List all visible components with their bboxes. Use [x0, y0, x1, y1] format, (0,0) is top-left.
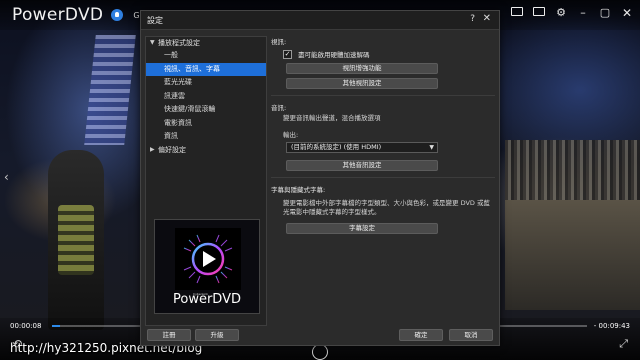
nav-item[interactable]: 電影資訊	[146, 117, 266, 131]
elapsed-time: 00:00:08	[10, 322, 42, 330]
nav-item[interactable]: 藍光光碟	[146, 76, 266, 90]
minimize-icon[interactable]: –	[576, 6, 590, 20]
subtitle-settings-button[interactable]: 字幕設定	[286, 223, 438, 234]
subtitles-description: 變更電影檔中外部字幕檔的字型類型、大小與色彩，或是變更 DVD 或藍光電影中隱藏…	[283, 199, 490, 216]
tv-mode-icon[interactable]	[532, 6, 546, 20]
audio-description: 變更音訊輸出聲道，混合播放選項	[283, 114, 381, 122]
audio-output-label: 輸出:	[283, 131, 299, 139]
subtitles-section-title: 字幕與隱藏式字幕:	[271, 186, 326, 194]
dialog-title: 設定	[147, 16, 163, 25]
side-panel-arrow-icon[interactable]: ‹	[4, 170, 9, 184]
fullscreen-icon[interactable]: ⤢	[619, 337, 628, 351]
video-enhance-button[interactable]: 視訊增強功能	[286, 63, 438, 74]
dialog-title-bar[interactable]: 設定 ? ✕	[141, 11, 499, 30]
notification-icon[interactable]	[111, 9, 124, 21]
help-icon[interactable]: ?	[470, 14, 475, 24]
divider	[271, 95, 495, 96]
nav-group-label: 偏好設定	[158, 145, 186, 154]
cast-icon[interactable]	[510, 6, 524, 20]
more-audio-settings-button[interactable]: 其他音訊設定	[286, 160, 438, 171]
chevron-down-icon: ▼	[150, 39, 155, 46]
video-street	[505, 200, 640, 310]
chevron-down-icon: ▼	[429, 144, 434, 151]
nav-item[interactable]: 視訊、音訊、字幕	[146, 62, 266, 76]
cancel-button[interactable]: 取消	[449, 329, 493, 341]
nav-item[interactable]: 快速鍵/滑鼠滾輪	[146, 103, 266, 117]
nav-item[interactable]: 資訊	[146, 130, 266, 144]
chevron-right-icon: ▶	[150, 145, 155, 153]
remaining-time: - 00:09:43	[593, 322, 630, 330]
app-logo: PowerDVD	[12, 5, 104, 25]
video-reflective-vest	[58, 205, 94, 275]
more-video-settings-button[interactable]: 其他視訊設定	[286, 78, 438, 89]
ok-button[interactable]: 確定	[399, 329, 443, 341]
hw-accel-label: 盡可能啟用硬體加速解碼	[298, 51, 370, 59]
video-crowd	[505, 140, 640, 200]
nav-group-player[interactable]: ▼ 播放程式設定	[146, 37, 266, 49]
nav-item[interactable]: 訊連雲	[146, 90, 266, 104]
hw-accel-row[interactable]: ✓ 盡可能啟用硬體加速解碼	[271, 49, 495, 59]
close-icon[interactable]: ✕	[620, 6, 634, 20]
divider	[271, 177, 495, 178]
audio-section-title: 音訊:	[271, 104, 287, 112]
audio-output-value: (目前的系統設定) (使用 HDMI)	[291, 143, 382, 151]
play-pause-button[interactable]	[312, 344, 328, 360]
settings-content: 視訊: ✓ 盡可能啟用硬體加速解碼 視訊增強功能 其他視訊設定 音訊: 變更音訊…	[271, 36, 495, 234]
play-logo-icon	[182, 233, 234, 285]
dialog-close-icon[interactable]: ✕	[483, 13, 491, 24]
register-button[interactable]: 註冊	[147, 329, 191, 341]
hw-accel-checkbox[interactable]: ✓	[283, 49, 292, 59]
powerdvd-brand-tile: CyberLink PowerDVD	[154, 219, 260, 314]
nav-group-label: 播放程式設定	[158, 39, 200, 47]
nav-group-preferences[interactable]: ▶ 偏好設定	[146, 144, 266, 156]
audio-output-select[interactable]: (目前的系統設定) (使用 HDMI) ▼	[286, 142, 438, 153]
restore-icon[interactable]: ▢	[598, 6, 612, 20]
powerdvd-logo	[175, 228, 241, 290]
nav-items: 一般 視訊、音訊、字幕 藍光光碟 訊連雲 快速鍵/滑鼠滾輪 電影資訊 資訊	[146, 49, 266, 144]
settings-gear-icon[interactable]: ⚙	[554, 6, 568, 20]
upgrade-button[interactable]: 升級	[195, 329, 239, 341]
brand-name: PowerDVD	[173, 292, 241, 307]
video-section-title: 視訊:	[271, 38, 287, 46]
settings-dialog: 設定 ? ✕ ▼ 播放程式設定 一般 視訊、音訊、字幕 藍光光碟 訊連雲 快速鍵/滑鼠滾…	[140, 10, 500, 346]
seek-bar-progress	[52, 325, 61, 327]
nav-item[interactable]: 一般	[146, 49, 266, 63]
